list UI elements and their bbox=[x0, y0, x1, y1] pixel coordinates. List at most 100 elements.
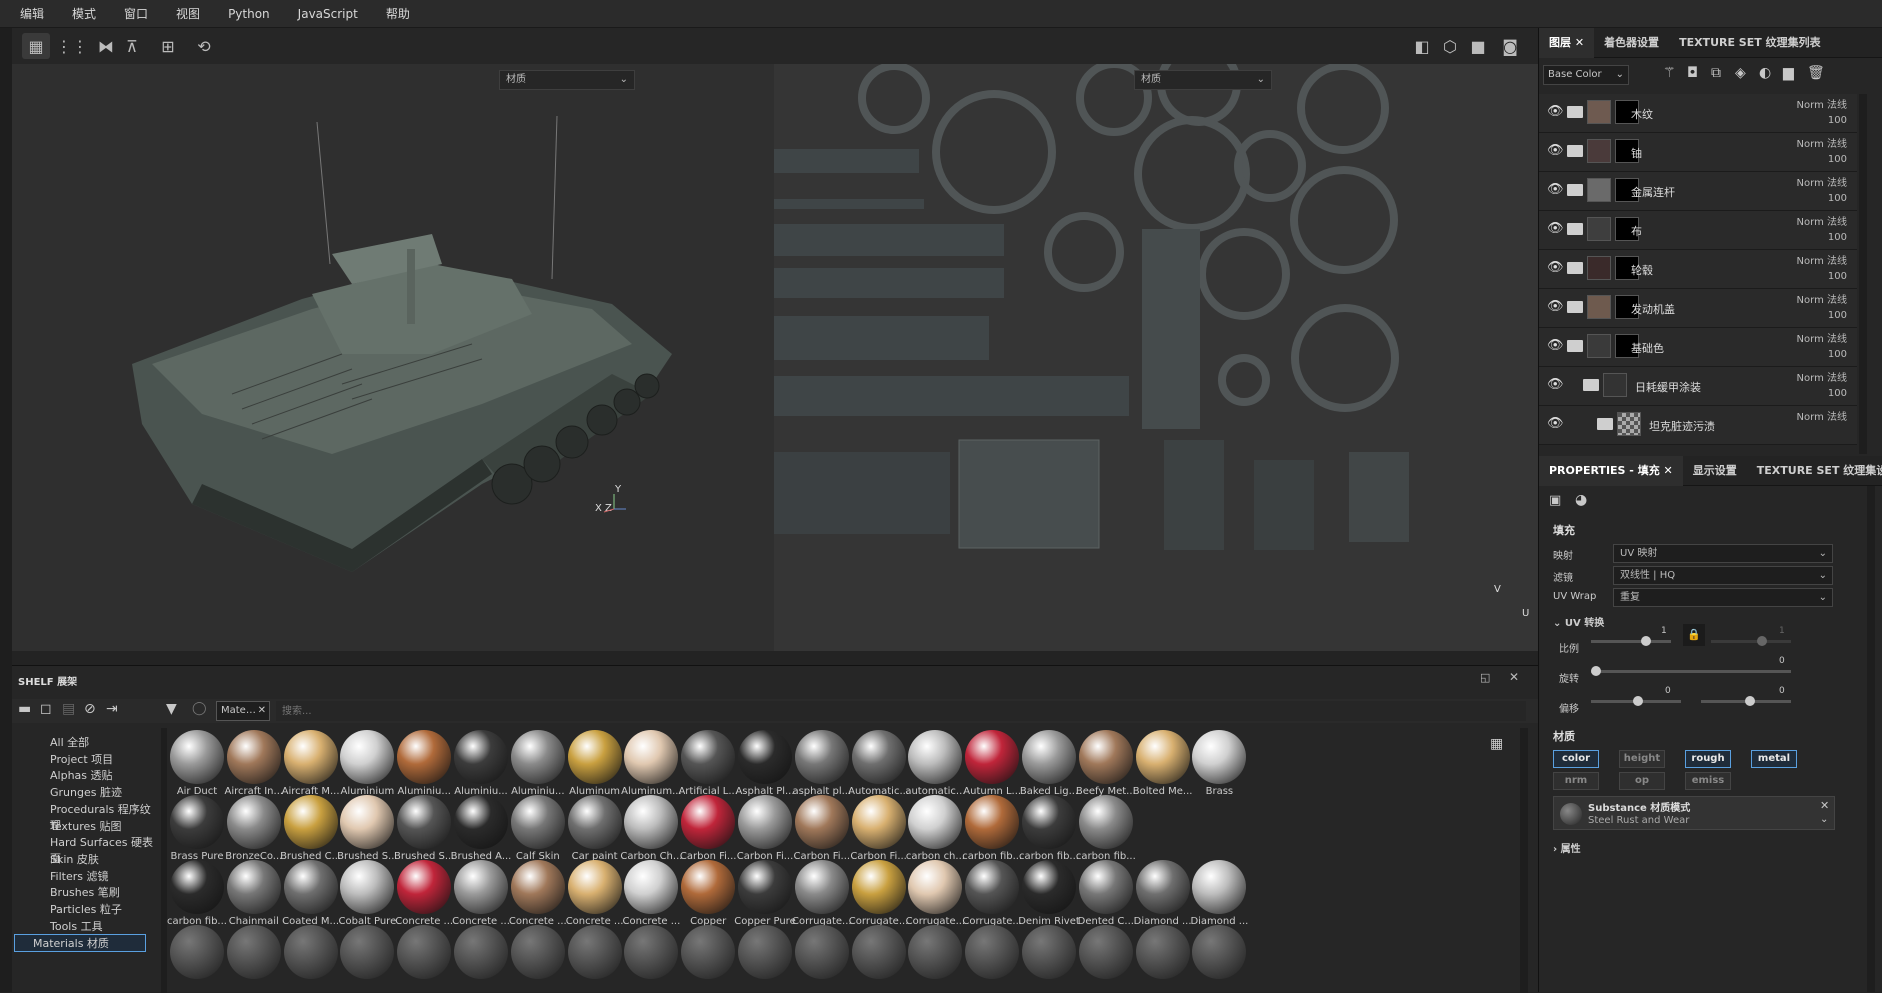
materials-scrollbar[interactable] bbox=[1520, 728, 1528, 993]
shelf-category-0[interactable]: All 全部 bbox=[50, 734, 89, 750]
material-thumbnail[interactable] bbox=[965, 730, 1020, 784]
material-thumbnail[interactable] bbox=[1135, 730, 1190, 784]
slider-handle[interactable] bbox=[1641, 636, 1651, 646]
material-thumbnail[interactable] bbox=[681, 795, 736, 849]
material-thumbnail[interactable] bbox=[340, 730, 395, 784]
channel-chip-metal[interactable]: metal bbox=[1751, 750, 1797, 768]
blend-mode[interactable]: Norm 法线 bbox=[1797, 174, 1847, 189]
material-thumbnail[interactable] bbox=[681, 925, 736, 979]
layer-row[interactable]: 👁 金属连杆 Norm 法线 100 bbox=[1539, 172, 1857, 211]
material-thumbnail[interactable] bbox=[1192, 730, 1247, 784]
shelf-category-3[interactable]: Grunges 脏迹 bbox=[50, 784, 122, 800]
offset-slider-b[interactable] bbox=[1701, 696, 1791, 706]
scale-slider[interactable] bbox=[1591, 636, 1671, 646]
layers-scrollbar[interactable] bbox=[1859, 94, 1867, 454]
filter-chip[interactable]: Mate… ✕ bbox=[216, 701, 270, 721]
layer-row[interactable]: 👁 坦克脏迹污渍 Norm 法线 bbox=[1539, 406, 1857, 445]
layout-single-icon[interactable]: ▦ bbox=[22, 33, 50, 59]
tab-display-settings[interactable]: 显示设置 bbox=[1683, 456, 1747, 486]
visibility-eye-icon[interactable]: 👁 bbox=[1547, 338, 1564, 353]
add-effect-icon[interactable]: ⧉ bbox=[1711, 65, 1721, 81]
shelf-category-7[interactable]: Skin 皮肤 bbox=[50, 851, 99, 867]
lock-icon[interactable]: 🔒 bbox=[1683, 624, 1705, 646]
material-thumbnail[interactable] bbox=[226, 795, 281, 849]
camera-icon[interactable]: ■ bbox=[1464, 33, 1492, 59]
slider-handle[interactable] bbox=[1591, 666, 1601, 676]
menu-item-4[interactable]: Python bbox=[214, 0, 284, 28]
mirror-y-icon[interactable]: ⊼ bbox=[118, 33, 146, 59]
blend-mode[interactable]: Norm 法线 bbox=[1797, 213, 1847, 228]
material-thumbnail[interactable] bbox=[1135, 925, 1190, 979]
material-thumbnail[interactable] bbox=[397, 730, 452, 784]
magic-wand-icon[interactable]: ⚚ bbox=[1663, 65, 1676, 81]
material-thumbnail[interactable] bbox=[283, 730, 338, 784]
material-thumbnail[interactable] bbox=[624, 730, 679, 784]
save-icon[interactable]: ▤ bbox=[62, 701, 75, 717]
visibility-eye-icon[interactable]: 👁 bbox=[1547, 143, 1564, 158]
blend-mode[interactable]: Norm 法线 bbox=[1797, 291, 1847, 306]
material-thumbnail[interactable] bbox=[170, 860, 224, 914]
filter-select[interactable]: 双线性 | HQ ⌄ bbox=[1613, 566, 1833, 585]
grid-view-icon[interactable]: ▦ bbox=[1490, 736, 1503, 752]
close-icon[interactable]: ✕ bbox=[1575, 36, 1584, 49]
channel-chip-op[interactable]: op bbox=[1619, 772, 1665, 790]
mirror-x-icon[interactable]: ⧓ bbox=[92, 33, 120, 59]
channel-chip-color[interactable]: color bbox=[1553, 750, 1599, 768]
visibility-eye-icon[interactable]: 👁 bbox=[1547, 377, 1564, 392]
layer-opacity[interactable]: 100 bbox=[1828, 310, 1847, 321]
layer-opacity[interactable]: 100 bbox=[1828, 388, 1847, 399]
material-thumbnail[interactable] bbox=[851, 860, 906, 914]
visibility-eye-icon[interactable]: 👁 bbox=[1547, 299, 1564, 314]
scale-slider-b[interactable] bbox=[1711, 636, 1791, 646]
layer-row[interactable]: 👁 木纹 Norm 法线 100 bbox=[1539, 94, 1857, 133]
cube-view-icon[interactable]: ⬡ bbox=[1436, 33, 1464, 59]
chevron-down-icon[interactable]: ⌄ bbox=[1820, 814, 1828, 825]
channel-chip-emiss[interactable]: emiss bbox=[1685, 772, 1731, 790]
material-thumbnail[interactable] bbox=[1022, 925, 1076, 979]
material-thumbnail[interactable] bbox=[738, 860, 792, 914]
reset-camera-icon[interactable]: ⟲ bbox=[190, 33, 218, 59]
material-thumbnail[interactable] bbox=[908, 925, 963, 979]
viewport-2d-channel-dropdown[interactable]: 材质 ⌄ bbox=[1134, 70, 1272, 90]
material-thumbnail[interactable] bbox=[283, 925, 338, 979]
blend-mode[interactable]: Norm 法线 bbox=[1797, 408, 1847, 423]
layer-opacity[interactable]: 100 bbox=[1828, 115, 1847, 126]
new-item-icon[interactable]: ◻ bbox=[40, 701, 52, 717]
blend-mode[interactable]: Norm 法线 bbox=[1797, 135, 1847, 150]
material-thumbnail[interactable] bbox=[567, 795, 622, 849]
blend-mode[interactable]: Norm 法线 bbox=[1797, 96, 1847, 111]
refresh-icon[interactable]: ◯ bbox=[192, 701, 207, 716]
folder-icon[interactable]: ▬ bbox=[18, 701, 31, 717]
material-thumbnail[interactable] bbox=[170, 795, 224, 849]
material-thumbnail[interactable] bbox=[170, 925, 224, 979]
material-thumbnail[interactable] bbox=[226, 860, 281, 914]
slider-handle[interactable] bbox=[1745, 696, 1755, 706]
material-thumbnail[interactable] bbox=[1078, 860, 1133, 914]
filter-icon[interactable]: ▼ bbox=[166, 701, 177, 717]
material-thumbnail[interactable] bbox=[908, 860, 963, 914]
layer-opacity[interactable]: 100 bbox=[1828, 193, 1847, 204]
layer-row[interactable]: 👁 布 Norm 法线 100 bbox=[1539, 211, 1857, 250]
material-thumbnail[interactable] bbox=[454, 925, 508, 979]
close-icon[interactable]: ✕ bbox=[1820, 799, 1829, 812]
material-thumbnail[interactable] bbox=[624, 795, 679, 849]
viewport-2d-uv[interactable]: 材质 ⌄ V U bbox=[774, 64, 1538, 651]
layer-row[interactable]: 👁 日耗缓甲涂装 Norm 法线 100 bbox=[1539, 367, 1857, 406]
menu-item-6[interactable]: 帮助 bbox=[372, 0, 424, 28]
shelf-category-12[interactable]: Materials 材质 bbox=[14, 934, 146, 953]
material-thumbnail[interactable] bbox=[1022, 860, 1076, 914]
shelf-category-8[interactable]: Filters 滤镜 bbox=[50, 868, 108, 884]
material-thumbnail[interactable] bbox=[908, 730, 963, 784]
close-icon[interactable]: ✕ bbox=[1664, 464, 1673, 477]
material-thumbnail[interactable] bbox=[681, 860, 736, 914]
shelf-category-2[interactable]: Alphas 透贴 bbox=[50, 767, 113, 783]
material-thumbnail[interactable] bbox=[397, 860, 452, 914]
wrap-select[interactable]: 重复 ⌄ bbox=[1613, 588, 1833, 607]
properties-scrollbar[interactable] bbox=[1867, 486, 1875, 992]
close-icon[interactable]: ✕ bbox=[1509, 670, 1519, 684]
material-thumbnail[interactable] bbox=[454, 860, 508, 914]
material-thumbnail[interactable] bbox=[283, 795, 338, 849]
delete-icon[interactable]: 🗑 bbox=[1807, 65, 1825, 81]
blend-mode[interactable]: Norm 法线 bbox=[1797, 330, 1847, 345]
material-thumbnail[interactable] bbox=[226, 730, 281, 784]
